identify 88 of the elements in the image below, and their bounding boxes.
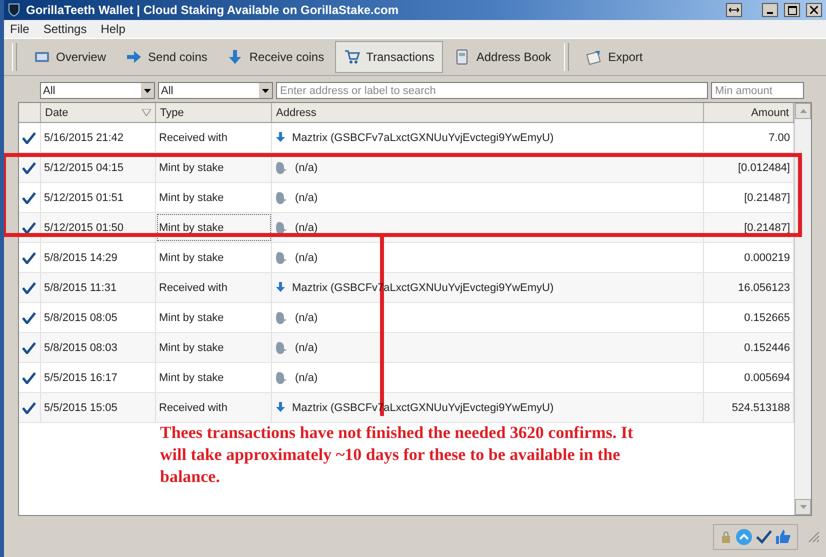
download-arrow-icon	[275, 132, 286, 143]
chevron-up-icon	[735, 528, 753, 546]
checkmark-icon	[22, 192, 36, 204]
search-field[interactable]: Enter address or label to search	[276, 82, 708, 99]
download-arrow-icon	[275, 282, 286, 293]
checkmark-icon	[22, 162, 36, 174]
gorilla-head-icon	[275, 310, 289, 324]
checkmark-icon	[22, 282, 36, 294]
maximize-icon	[788, 6, 796, 14]
table-cell: Mint by stake	[156, 303, 272, 332]
address-text: (n/a)	[295, 372, 318, 384]
date-filter-dropdown[interactable]: All	[40, 82, 155, 99]
checkmark-icon	[22, 252, 36, 264]
table-cell: 5/12/2015 04:15	[41, 153, 156, 182]
gorilla-head-icon	[275, 220, 289, 234]
table-cell: Mint by stake	[156, 213, 272, 242]
table-cell: 5/12/2015 01:51	[41, 183, 156, 212]
address-text: (n/a)	[295, 252, 318, 264]
sort-icon	[142, 109, 151, 116]
menu-item[interactable]: Settings	[43, 22, 87, 36]
book-icon	[454, 49, 470, 65]
table-cell: Mint by stake	[156, 333, 272, 362]
column-header[interactable]: Type	[156, 103, 272, 122]
address-text: (n/a)	[295, 192, 318, 204]
address-text: (n/a)	[295, 162, 318, 174]
table-cell: Mint by stake	[156, 183, 272, 212]
address-text: Maztrix (GSBCFv7aLxctGXNUuYvjEvctegi9YwEmyU)	[292, 132, 554, 144]
gorilla-head-icon	[275, 250, 289, 264]
gorilla-head-icon	[275, 340, 289, 354]
toolbar-tab[interactable]: Transactions	[335, 41, 444, 73]
table-cell: Mint by stake	[156, 243, 272, 272]
type-filter-dropdown[interactable]: All	[158, 82, 273, 99]
resize-grip-icon[interactable]	[808, 530, 820, 542]
table-cell: Mint by stake	[156, 153, 272, 182]
annotation-note: Thees transactions have not finished the needed 3620 confirms. It will take approximately ~10 days for these to be available in the balance.	[160, 422, 634, 488]
right-arrow-icon	[126, 49, 142, 65]
thumbs-up-icon	[775, 528, 791, 544]
table-cell: 5/5/2015 16:17	[41, 363, 156, 392]
column-header[interactable]: Address	[272, 103, 704, 122]
table-cell: Received with	[156, 393, 272, 422]
checkmark-icon	[22, 312, 36, 324]
address-text: (n/a)	[295, 312, 318, 324]
down-triangle-icon	[800, 505, 806, 509]
toolbar-tab[interactable]: Receive coins	[218, 41, 334, 73]
gorilla-head-icon	[275, 370, 289, 384]
table-cell: Received with	[156, 273, 272, 302]
resize-button[interactable]	[726, 3, 742, 17]
table-cell: 5/16/2015 21:42	[41, 123, 156, 152]
shield-icon	[8, 3, 20, 17]
menu-item[interactable]: File	[10, 22, 30, 36]
checkmark-icon	[756, 530, 772, 544]
menu-item[interactable]: Help	[100, 22, 126, 36]
monitor-icon	[34, 49, 50, 65]
minimize-button[interactable]	[762, 3, 778, 17]
table-cell: Mint by stake	[156, 363, 272, 392]
close-button[interactable]	[806, 3, 822, 17]
download-arrow-icon	[275, 402, 286, 413]
table-cell: 5/8/2015 11:31	[41, 273, 156, 302]
cart-icon	[344, 49, 360, 65]
table-cell: Received with	[156, 123, 272, 152]
lock-icon	[720, 530, 732, 542]
checkmark-icon	[22, 132, 36, 144]
checkmark-icon	[22, 342, 36, 354]
table-cell: 5/8/2015 08:05	[41, 303, 156, 332]
toolbar-tab[interactable]: Address Book	[445, 41, 560, 73]
checkmark-icon	[22, 402, 36, 414]
min-amount-field[interactable]: Min amount	[711, 82, 804, 99]
toolbar-tab[interactable]: Export	[577, 41, 652, 73]
up-triangle-icon	[800, 109, 806, 113]
window-title: GorillaTeeth Wallet | Cloud Staking Available on GorillaStake.com	[26, 3, 400, 17]
toolbar-tab[interactable]: Send coins	[117, 41, 216, 73]
table-cell: 5/12/2015 01:50	[41, 213, 156, 242]
export-icon	[586, 49, 602, 65]
address-text: (n/a)	[295, 222, 318, 234]
gorilla-head-icon	[275, 190, 289, 204]
checkmark-icon	[22, 222, 36, 234]
checkmark-icon	[22, 372, 36, 384]
maximize-button[interactable]	[784, 3, 800, 17]
toolbar-tab[interactable]: Overview	[25, 41, 116, 73]
table-cell: 5/5/2015 15:05	[41, 393, 156, 422]
table-cell: 5/8/2015 14:29	[41, 243, 156, 272]
double-arrow-icon	[729, 7, 739, 13]
column-header[interactable]: Date	[41, 103, 156, 122]
table-cell: 5/8/2015 08:03	[41, 333, 156, 362]
down-arrow-icon	[227, 49, 244, 65]
address-text: (n/a)	[295, 342, 318, 354]
close-icon	[810, 6, 818, 14]
gorilla-head-icon	[275, 160, 289, 174]
